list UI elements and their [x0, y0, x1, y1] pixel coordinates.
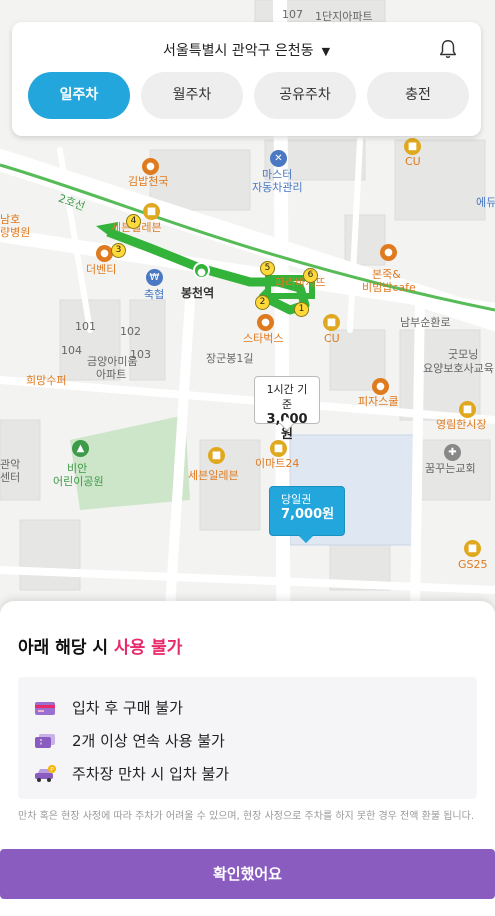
price-daily-value: 7,000원	[281, 507, 335, 522]
card-icon	[35, 701, 55, 715]
market-icon[interactable]: ■	[459, 401, 476, 418]
map-label-bonjuk[interactable]: 본죽&	[372, 268, 401, 281]
convenience-store-icon[interactable]: ■	[143, 203, 160, 220]
map-label-geumyang: 금양아미움	[87, 355, 138, 368]
restriction-item: 입차 후 구매 불가	[34, 691, 461, 724]
convenience-store-icon-2[interactable]: ■	[208, 447, 225, 464]
restriction-text: 주차장 만차 시 입차 불가	[72, 765, 230, 783]
map-label-starbucks[interactable]: 스타벅스	[243, 332, 283, 345]
restriction-item: P 주차장 만차 시 입차 불가	[34, 757, 461, 790]
restriction-text: 입차 후 구매 불가	[72, 699, 183, 717]
map-label-janggunbong: 장군봉1길	[206, 352, 254, 365]
wrench-icon[interactable]: ✕	[270, 150, 287, 167]
restaurant-icon[interactable]: ●	[142, 158, 159, 175]
confirm-button[interactable]: 확인했어요	[0, 849, 495, 899]
restriction-item: 2개 이상 연속 사용 불가	[34, 724, 461, 757]
notice-text: 만차 혹은 현장 사정에 따라 주차가 어려울 수 있으며, 현장 사정으로 주…	[18, 811, 474, 822]
map-label-hope-super[interactable]: 희망수퍼	[26, 374, 66, 387]
restaurant-icon-2[interactable]: ●	[380, 244, 397, 261]
price-hourly-label: 1시간 기준	[266, 383, 308, 411]
map-label-children-park: 어린이공원	[53, 475, 104, 488]
cu-store-icon-2[interactable]: ■	[323, 314, 340, 331]
sheet-title-prefix: 아래 해당 시	[18, 638, 114, 658]
sheet-title-highlight: 사용 불가	[113, 638, 183, 658]
route-marker-4[interactable]: 4	[126, 214, 141, 229]
map-label-center: 센터	[0, 471, 21, 484]
location-selector[interactable]: 서울특별시 관악구 은천동 ▼	[12, 40, 481, 60]
map-label-pizza-school[interactable]: 피자스쿨	[358, 395, 398, 408]
tab-monthly-parking[interactable]: 월주차	[141, 72, 243, 119]
map-label-theventi[interactable]: 더벤티	[86, 263, 116, 276]
map-label-hospital-2: 량병원	[0, 226, 31, 239]
car-parking-icon: P	[35, 764, 56, 782]
parking-price-daily[interactable]: 당일권 7,000원	[269, 486, 345, 536]
map-label-emart24[interactable]: 이마트24	[255, 457, 299, 470]
map-label-geumyang-apt: 아파트	[96, 368, 127, 381]
location-text: 서울특별시 관악구 은천동	[162, 43, 314, 59]
subway-station-icon[interactable]: ●	[193, 262, 210, 279]
map-label-cu-1[interactable]: CU	[405, 155, 421, 168]
bank-icon[interactable]: ₩	[146, 269, 163, 286]
filter-card: 서울특별시 관악구 은천동 ▼ 일주차 월주차 공유주차 충전	[12, 22, 481, 136]
map-label-hospital-1: 남호	[0, 213, 21, 226]
map-label-bian: 비안	[67, 462, 88, 475]
map-label-paris-baguette[interactable]: 파리바게뜨	[275, 276, 326, 289]
map-label-104: 104	[61, 344, 82, 357]
map-label-101: 101	[75, 320, 96, 333]
cu-store-icon[interactable]: ■	[404, 138, 421, 155]
map-label-seven-eleven-2[interactable]: 세븐일레븐	[188, 469, 239, 482]
route-marker-5[interactable]: 5	[260, 261, 275, 276]
map-label-car-service: 자동차관리	[252, 181, 303, 194]
route-marker-3[interactable]: 3	[111, 243, 126, 258]
map-label-nambu-road: 남부순환로	[400, 316, 451, 329]
gs25-icon[interactable]: ■	[464, 540, 481, 557]
route-marker-1[interactable]: 1	[294, 302, 309, 317]
restriction-list: 입차 후 구매 불가 2개 이상 연속 사용 불가 P 주차장 만차 시 입차 …	[18, 677, 477, 799]
map-label-kimbap[interactable]: 김밥천국	[128, 175, 168, 188]
svg-text:P: P	[50, 766, 54, 773]
map-label-edu: 에듀	[476, 196, 495, 209]
park-icon: ▲	[72, 440, 89, 457]
map-label-102: 102	[120, 325, 141, 338]
restriction-text: 2개 이상 연속 사용 불가	[72, 732, 225, 750]
ticket-icon	[35, 733, 55, 748]
bell-icon[interactable]	[437, 38, 459, 60]
map-label-107: 107	[282, 8, 303, 21]
route-marker-6[interactable]: 6	[303, 268, 318, 283]
map-label-station[interactable]: 봉천역	[181, 287, 214, 300]
tab-shared-parking[interactable]: 공유주차	[254, 72, 356, 119]
pizza-icon[interactable]: ●	[372, 378, 389, 395]
map-label-cu-2[interactable]: CU	[324, 332, 340, 345]
caret-down-icon: ▼	[321, 45, 331, 58]
route-marker-2[interactable]: 2	[255, 295, 270, 310]
restriction-bottom-sheet: 아래 해당 시 사용 불가 입차 후 구매 불가 2개 이상 연속 사용 불가	[0, 601, 495, 916]
map-label-nonghyup[interactable]: 축협	[144, 288, 164, 301]
tab-charging[interactable]: 충전	[367, 72, 469, 119]
map-label-gwanak: 관악	[0, 458, 21, 471]
parking-type-tabs: 일주차 월주차 공유주차 충전	[28, 72, 469, 119]
map-label-youngrim[interactable]: 영림한시장	[436, 418, 487, 431]
emart-icon[interactable]: ■	[270, 440, 287, 457]
sheet-title: 아래 해당 시 사용 불가	[18, 633, 182, 658]
price-daily-label: 당일권	[281, 493, 312, 506]
map-label-gs25[interactable]: GS25	[458, 558, 488, 571]
tab-daily-parking[interactable]: 일주차	[28, 72, 130, 119]
church-icon[interactable]: ✚	[444, 444, 461, 461]
coffee-icon[interactable]: ●	[257, 314, 274, 331]
map-label-master: 마스터	[262, 168, 293, 181]
map-label-goodmorning: 굿모닝	[448, 348, 479, 361]
map-label-nursing: 요양보호사교육	[423, 362, 494, 375]
map-label-bibimbap[interactable]: 비빔밥cafe	[362, 281, 416, 294]
map-label-church[interactable]: 꿈꾸는교회	[425, 462, 476, 475]
